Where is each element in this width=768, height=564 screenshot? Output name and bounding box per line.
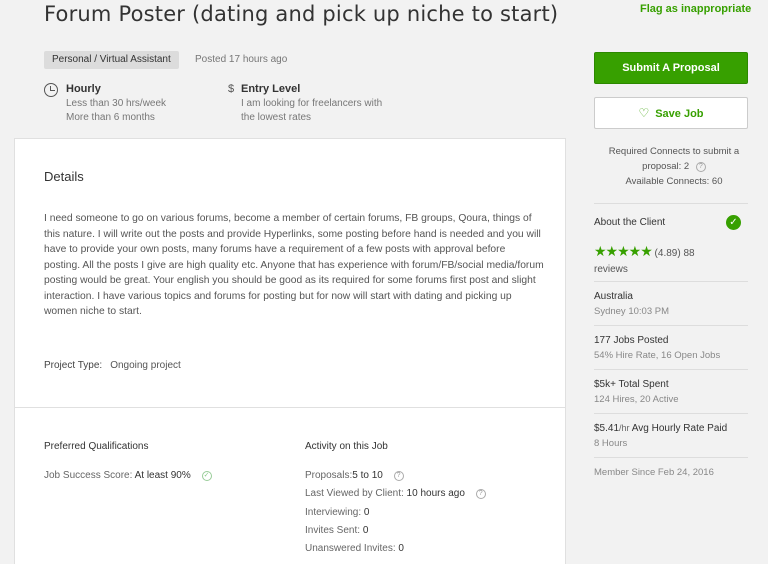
connects-required: Required Connects to submit a proposal: … [608, 146, 740, 172]
client-jobs: 177 Jobs Posted 54% Hire Rate, 16 Open J… [594, 335, 720, 361]
rating-reviews: reviews [594, 264, 628, 275]
rating-stars-icon: ★★★★★ [594, 243, 653, 259]
hourly-info: Hourly Less than 30 hrs/week More than 6… [66, 83, 166, 125]
last-viewed-row: Last Viewed by Client: 10 hours ago ? [305, 488, 486, 499]
proposals-row: Proposals:5 to 10 ? [305, 470, 404, 481]
proposals-value: 5 to 10 [352, 470, 383, 481]
proposals-label: Proposals: [305, 470, 353, 481]
help-icon[interactable]: ? [393, 471, 404, 481]
sidebar-divider [594, 325, 748, 326]
client-hours: 8 Hours [594, 438, 628, 449]
connects-available: Available Connects: 60 [625, 176, 723, 187]
jss-value: At least 90% [134, 470, 191, 481]
client-location: Australia Sydney 10:03 PM [594, 291, 669, 317]
details-heading: Details [44, 169, 84, 184]
client-total-spent: $5k+ Total Spent [594, 379, 669, 390]
sidebar-divider [594, 281, 748, 282]
check-circle-icon: ✓ [201, 471, 212, 481]
client-rate: $5.41/hr Avg Hourly Rate Paid 8 Hours [594, 423, 754, 449]
client-spent: $5k+ Total Spent 124 Hires, 20 Active [594, 379, 679, 405]
client-hire-rate: 54% Hire Rate, 16 Open Jobs [594, 350, 721, 361]
card-divider [14, 407, 566, 408]
hourly-line2: More than 6 months [66, 112, 155, 123]
hourly-title: Hourly [66, 83, 101, 95]
job-title: Forum Poster (dating and pick up niche t… [44, 2, 559, 26]
job-details-card [14, 138, 566, 564]
level-line2: the lowest rates [241, 112, 312, 123]
last-viewed-label: Last Viewed by Client: [305, 488, 404, 499]
connects-info: Required Connects to submit a proposal: … [594, 144, 754, 189]
help-icon[interactable]: ? [475, 489, 486, 499]
jss-label: Job Success Score: [44, 470, 133, 481]
sidebar-divider [594, 457, 748, 458]
clock-icon [44, 83, 58, 97]
sidebar-divider [594, 369, 748, 370]
invites-row: Invites Sent: 0 [305, 525, 368, 536]
client-local-time: Sydney 10:03 PM [594, 306, 669, 317]
invites-value: 0 [362, 525, 369, 536]
help-icon[interactable]: ? [695, 162, 706, 172]
client-avg-rate: $5.41/hr Avg Hourly Rate Paid [594, 423, 728, 434]
level-title: Entry Level [241, 83, 301, 95]
client-jobs-posted: 177 Jobs Posted [594, 335, 669, 346]
about-client-heading: About the Client [594, 217, 666, 228]
interviewing-label: Interviewing: [305, 507, 362, 518]
save-job-label: Save Job [655, 108, 704, 120]
flag-inappropriate-link[interactable]: Flag as inappropriate [640, 3, 751, 15]
unanswered-row: Unanswered Invites: 0 [305, 543, 404, 554]
hourly-line1: Less than 30 hrs/week [66, 98, 167, 109]
submit-proposal-button[interactable]: Submit A Proposal [594, 52, 748, 84]
save-job-button[interactable]: ♡ Save Job [594, 97, 748, 129]
heart-icon: ♡ [638, 106, 650, 120]
qualifications-heading: Preferred Qualifications [44, 441, 149, 452]
activity-heading: Activity on this Job [305, 441, 388, 452]
client-rating: ★★★★★ (4.89) 88 reviews [594, 243, 754, 278]
member-since: Member Since Feb 24, 2016 [594, 467, 714, 478]
unanswered-value: 0 [398, 543, 404, 554]
unanswered-label: Unanswered Invites: [305, 543, 396, 554]
project-type: Project Type: Ongoing project [44, 360, 181, 371]
verified-check-icon: ✓ [726, 215, 741, 230]
dollar-icon: $ [228, 83, 235, 95]
level-line1: I am looking for freelancers with [241, 98, 383, 109]
project-type-value: Ongoing project [110, 360, 181, 371]
sidebar-divider [594, 203, 748, 204]
client-hires: 124 Hires, 20 Active [594, 394, 679, 405]
category-badge[interactable]: Personal / Virtual Assistant [44, 51, 179, 69]
client-country: Australia [594, 291, 633, 302]
level-info: Entry Level I am looking for freelancers… [241, 83, 382, 125]
job-success-score: Job Success Score: At least 90% ✓ [44, 470, 212, 481]
project-type-label: Project Type: [44, 360, 103, 371]
posted-time: Posted 17 hours ago [195, 54, 288, 65]
last-viewed-value: 10 hours ago [406, 488, 465, 499]
interviewing-row: Interviewing: 0 [305, 507, 369, 518]
sidebar-divider [594, 413, 748, 414]
interviewing-value: 0 [363, 507, 370, 518]
details-body: I need someone to go on various forums, … [44, 213, 544, 317]
rating-value: (4.89) 88 [654, 248, 695, 259]
invites-label: Invites Sent: [305, 525, 361, 536]
